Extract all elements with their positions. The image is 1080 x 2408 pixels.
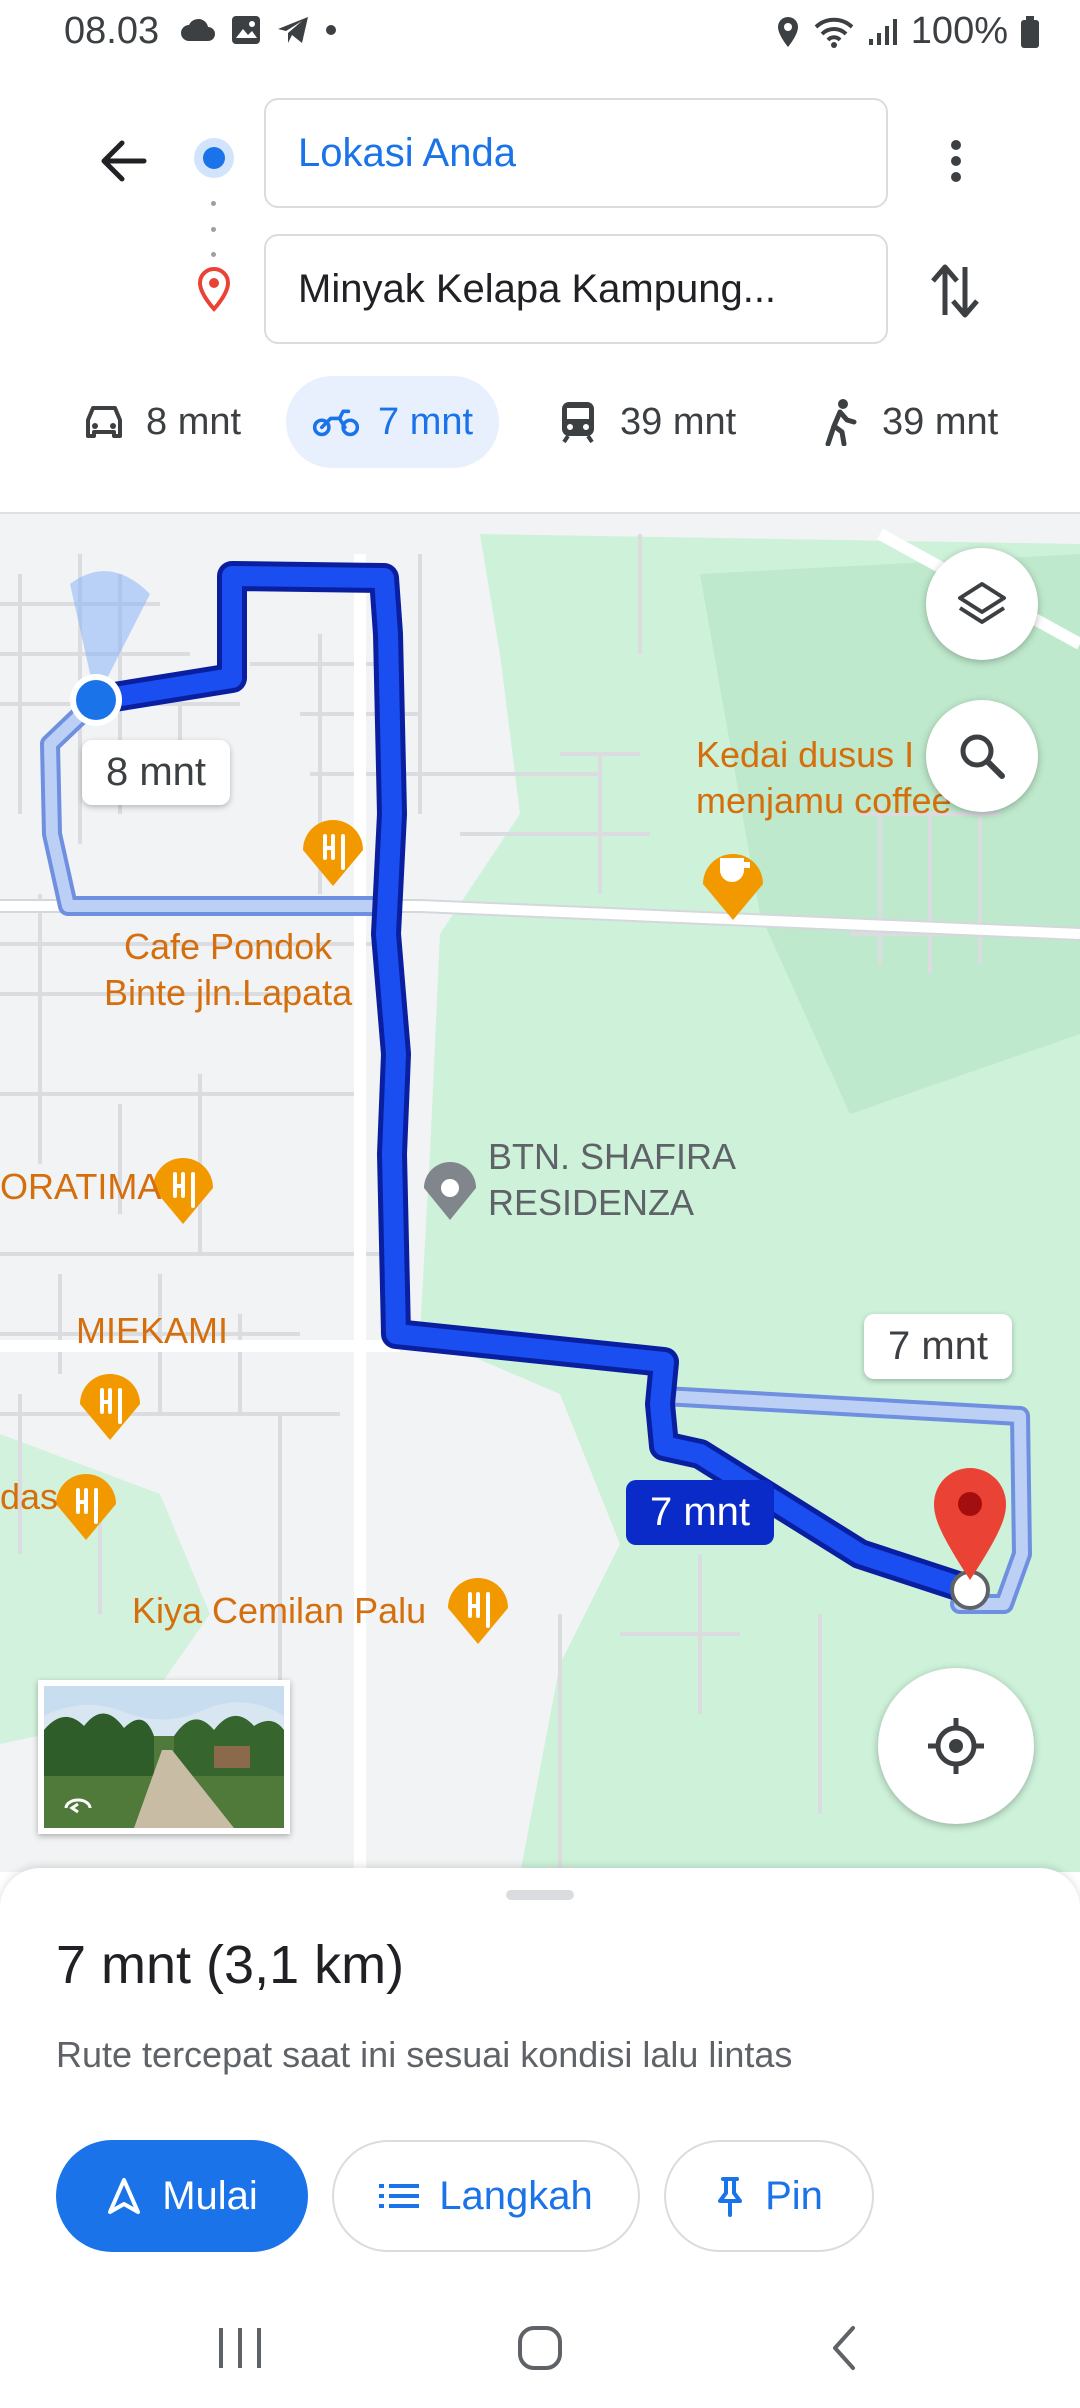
swap-vert-icon xyxy=(931,264,979,318)
destination-pin-icon xyxy=(197,266,231,312)
destination-input[interactable]: Minyak Kelapa Kampung... xyxy=(264,234,888,344)
sheet-handle[interactable] xyxy=(506,1890,574,1900)
transit-icon xyxy=(562,402,594,444)
navigation-arrow-icon xyxy=(108,2178,141,2214)
recent-apps-button[interactable] xyxy=(200,2318,280,2378)
origin-dot-icon xyxy=(194,138,234,178)
origin-input[interactable]: Lokasi Anda xyxy=(264,98,888,208)
poi-das[interactable]: das xyxy=(0,1474,58,1520)
search-map-button[interactable] xyxy=(926,700,1038,812)
street-view-thumbnail[interactable] xyxy=(38,1680,290,1834)
system-nav-bar xyxy=(0,2288,1080,2408)
mode-motorcycle-label: 7 mnt xyxy=(378,400,474,443)
mode-car[interactable]: 8 mnt xyxy=(54,376,267,468)
route-summary-sheet[interactable]: 7 mnt (3,1 km) Rute tercepat saat ini se… xyxy=(0,1868,1080,2288)
home-button[interactable] xyxy=(500,2318,580,2378)
travel-modes: 8 mnt 7 mnt 39 mnt 39 mnt xyxy=(0,376,1080,468)
home-icon xyxy=(518,2326,562,2370)
more-options-button[interactable] xyxy=(930,126,982,196)
battery-percent: 100% xyxy=(910,10,1008,52)
status-bar: 08.03 100% xyxy=(0,0,1080,66)
swap-button[interactable] xyxy=(920,256,990,326)
mode-walk-label: 39 mnt xyxy=(882,400,999,443)
my-location-icon xyxy=(928,1718,984,1774)
recent-apps-icon xyxy=(219,2328,261,2368)
route-label-alt-left[interactable]: 8 mnt xyxy=(82,740,231,805)
pin-icon xyxy=(718,2177,743,2217)
steps-button-label: Langkah xyxy=(439,2173,593,2218)
list-icon xyxy=(379,2184,420,2208)
poi-miekami[interactable]: MIEKAMI xyxy=(76,1308,228,1354)
pin-button[interactable]: Pin xyxy=(664,2140,874,2252)
cloud-icon xyxy=(181,18,215,41)
back-nav-icon xyxy=(833,2326,855,2370)
my-location-button[interactable] xyxy=(878,1668,1034,1824)
route-description: Rute tercepat saat ini sesuai kondisi la… xyxy=(56,2034,793,2075)
poi-kiya-cemilan[interactable]: Kiya Cemilan Palu xyxy=(132,1588,426,1634)
route-label-alt-right[interactable]: 7 mnt xyxy=(864,1314,1013,1379)
back-button[interactable] xyxy=(88,126,158,196)
start-button-label: Mulai xyxy=(162,2173,258,2218)
directions-header: Lokasi Anda Minyak Kelapa Kampung... 8 m… xyxy=(0,66,1080,512)
battery-icon xyxy=(1021,15,1039,48)
pin-button-label: Pin xyxy=(765,2173,823,2218)
steps-button[interactable]: Langkah xyxy=(332,2140,640,2252)
poi-cafe-pondok[interactable]: Cafe Pondok Binte jln.Lapata xyxy=(104,924,352,1016)
map-view[interactable]: Kedai dusus I menjamu coffee Cafe Pondok… xyxy=(0,512,1080,1872)
poi-oratima[interactable]: ORATIMA xyxy=(0,1164,161,1210)
motorcycle-icon xyxy=(312,409,360,437)
route-duration-distance: 7 mnt (3,1 km) xyxy=(56,1935,405,1995)
location-icon xyxy=(777,16,798,47)
layers-button[interactable] xyxy=(926,548,1038,660)
telegram-icon xyxy=(278,17,308,43)
poi-kedai[interactable]: Kedai dusus I menjamu coffee xyxy=(696,732,951,824)
back-nav-button[interactable] xyxy=(804,2318,884,2378)
search-icon xyxy=(960,734,1005,779)
arrow-back-icon xyxy=(101,140,147,182)
dot-icon xyxy=(326,25,336,35)
layers-icon xyxy=(958,582,1006,624)
mode-walk[interactable]: 39 mnt xyxy=(790,376,1024,468)
more-vert-icon xyxy=(951,140,961,182)
mode-transit[interactable]: 39 mnt xyxy=(528,376,762,468)
start-button[interactable]: Mulai xyxy=(56,2140,308,2252)
walk-icon xyxy=(825,399,857,446)
status-time: 08.03 xyxy=(64,10,160,52)
mode-transit-label: 39 mnt xyxy=(620,400,737,443)
poi-btn-shafira[interactable]: BTN. SHAFIRA RESIDENZA xyxy=(488,1134,736,1226)
route-connector xyxy=(211,201,217,257)
mode-motorcycle[interactable]: 7 mnt xyxy=(286,376,500,468)
car-icon xyxy=(86,406,122,438)
mode-car-label: 8 mnt xyxy=(146,400,242,443)
gallery-icon xyxy=(232,16,260,44)
wifi-icon xyxy=(814,17,854,48)
signal-icon xyxy=(868,18,897,45)
route-label-primary[interactable]: 7 mnt xyxy=(626,1480,775,1545)
